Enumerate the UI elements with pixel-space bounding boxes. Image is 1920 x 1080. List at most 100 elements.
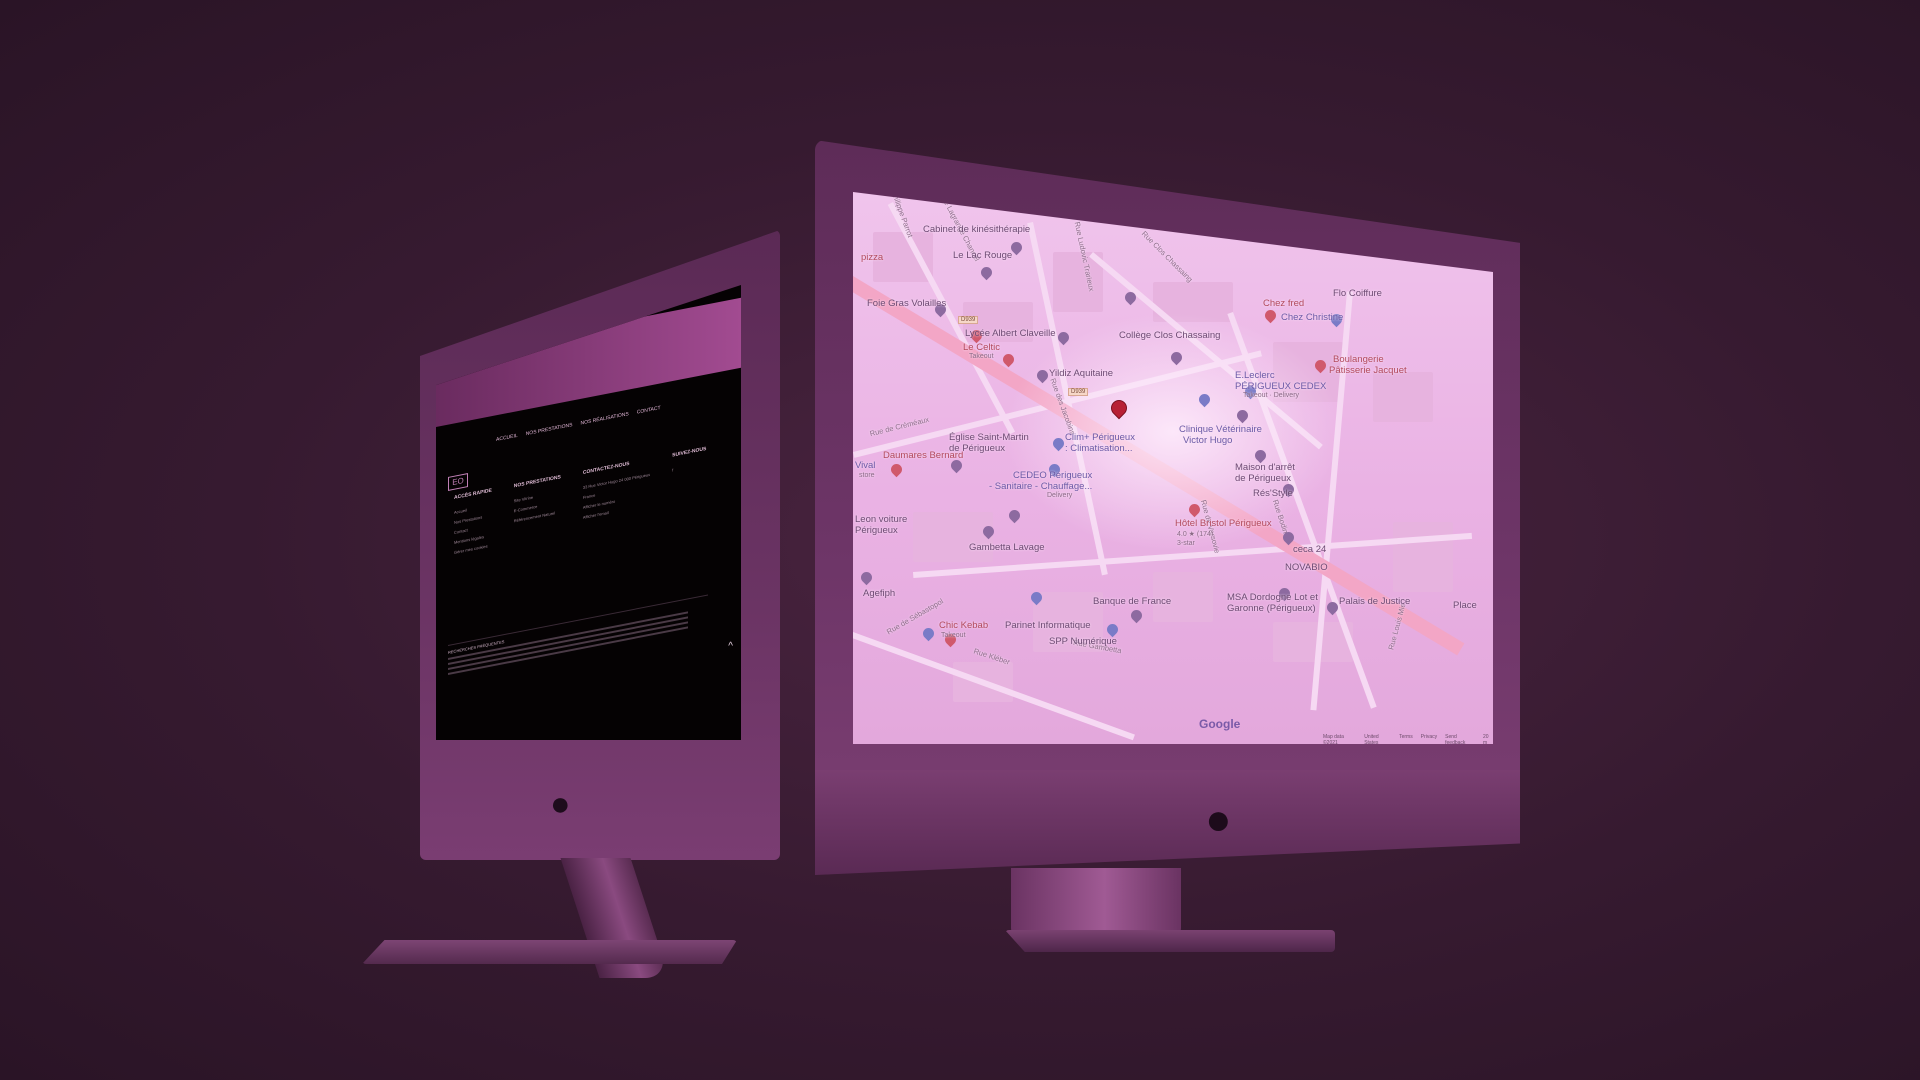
place-label[interactable]: Chic Kebab: [939, 620, 988, 631]
place-label[interactable]: Daumares Bernard: [883, 450, 963, 461]
footer-col-contact: CONTACTEZ-NOUS 33 Rue Victor Hugo 24 000…: [583, 457, 650, 530]
place-label[interactable]: Hôtel Bristol Périgueux: [1175, 518, 1272, 529]
place-label[interactable]: Gambetta Lavage: [969, 542, 1045, 553]
apple-logo-icon: ●: [1205, 795, 1232, 844]
place-label[interactable]: Garonne (Périgueux): [1227, 603, 1316, 614]
footer-link[interactable]: Gérer mes cookies: [454, 543, 492, 555]
facebook-icon[interactable]: f: [672, 461, 706, 472]
place-label[interactable]: Yildiz Aquitaine: [1049, 368, 1113, 379]
place-label[interactable]: - Sanitaire - Chauffage...: [989, 481, 1092, 492]
place-label[interactable]: Boulangerie: [1333, 354, 1384, 365]
place-label[interactable]: Victor Hugo: [1183, 435, 1232, 446]
right-imac-stand: [1011, 868, 1181, 938]
website-footer-columns: ACCÈS RAPIDE Accueil Nos Prestations Con…: [454, 446, 706, 555]
place-label[interactable]: Place: [1453, 600, 1477, 611]
place-label[interactable]: SPP Numérique: [1049, 636, 1117, 647]
right-imac-chin: [815, 770, 1520, 875]
map-region-link[interactable]: United States: [1364, 734, 1391, 744]
place-label-sub: Takeout: [969, 353, 994, 360]
left-imac: EO ACCUEIL NOS PRESTATIONS NOS RÉALISATI…: [362, 230, 800, 978]
website-nav: ACCUEIL NOS PRESTATIONS NOS RÉALISATIONS…: [496, 405, 661, 443]
store-pin-icon[interactable]: [920, 625, 937, 642]
map-data-credit: Map data ©2021: [1323, 734, 1344, 744]
nav-item-realisations[interactable]: NOS RÉALISATIONS: [580, 411, 628, 426]
place-label[interactable]: Rés'Style: [1253, 488, 1293, 499]
place-label[interactable]: Chez fred: [1263, 298, 1304, 309]
footer-col-prestations: NOS PRESTATIONS Site Vitrine E-Commerce …: [514, 474, 561, 543]
place-label[interactable]: Cabinet de kinésithérapie: [923, 224, 1030, 235]
place-label[interactable]: Parinet Informatique: [1005, 620, 1091, 631]
map-block: [1373, 372, 1433, 422]
place-label[interactable]: : Climatisation...: [1065, 443, 1133, 454]
place-label[interactable]: Lycée Albert Claveille: [965, 328, 1055, 339]
nav-item-prestations[interactable]: NOS PRESTATIONS: [526, 422, 573, 437]
place-label[interactable]: Flo Coiffure: [1333, 288, 1382, 299]
place-label[interactable]: ceca 24: [1293, 544, 1326, 555]
place-label[interactable]: Le Celtic: [963, 342, 1000, 353]
map-block: [1393, 522, 1453, 592]
place-label[interactable]: E.Leclerc: [1235, 370, 1275, 381]
place-label[interactable]: NOVABIO: [1285, 562, 1328, 573]
place-label[interactable]: Le Lac Rouge: [953, 250, 1012, 261]
footer-col-heading: SUIVEZ-NOUS: [672, 445, 707, 459]
road-badge: D939: [958, 316, 979, 324]
road-badge: D939: [1068, 388, 1089, 396]
place-label[interactable]: Pâtisserie Jacquet: [1329, 365, 1407, 376]
apple-logo-icon: ●: [550, 785, 571, 823]
place-label[interactable]: Banque de France: [1093, 596, 1171, 607]
map-pin-icon[interactable]: [858, 569, 875, 586]
footer-col-social: SUIVEZ-NOUS f: [672, 446, 706, 513]
place-label[interactable]: de Périgueux: [1235, 473, 1291, 484]
street-label: Rue Clos Chassaing: [1139, 229, 1195, 284]
map-block: [913, 512, 993, 562]
right-imac-base: [1005, 930, 1335, 952]
place-label-sub: store: [859, 472, 875, 479]
footer-col-acces-rapide: ACCÈS RAPIDE Accueil Nos Prestations Con…: [454, 488, 492, 555]
bank-pin-icon[interactable]: [1128, 607, 1145, 624]
street-label: Rue de Sébastopol: [885, 596, 945, 637]
place-label[interactable]: Chez Christine: [1281, 312, 1343, 323]
left-imac-base: [362, 940, 737, 964]
place-label[interactable]: Clim+ Périgueux: [1065, 432, 1135, 443]
place-label[interactable]: Foie Gras Volailles: [867, 298, 946, 309]
map-terms-link[interactable]: Terms: [1399, 734, 1413, 744]
nav-item-accueil[interactable]: ACCUEIL: [496, 433, 518, 443]
shop-pin-icon[interactable]: [888, 461, 905, 478]
place-label-sub: 4.0 ★ (174): [1177, 531, 1214, 538]
scroll-top-icon[interactable]: ^: [728, 641, 733, 652]
map-pin-icon[interactable]: [978, 264, 995, 281]
place-label[interactable]: Vival: [855, 460, 875, 471]
place-label[interactable]: pizza: [861, 252, 883, 263]
place-label[interactable]: Clinique Vétérinaire: [1179, 424, 1262, 435]
footer-col-heading: ACCÈS RAPIDE: [454, 487, 492, 501]
map-view[interactable]: D939 D939 Rue Ludovic Trarieux Rue Phili…: [853, 192, 1493, 744]
place-label-sub: Delivery: [1047, 492, 1073, 499]
map-scale: 20 m: [1483, 734, 1489, 744]
place-label[interactable]: Leon voiture: [855, 514, 907, 525]
map-attribution: Map data ©2021 United States Terms Priva…: [1323, 734, 1493, 744]
place-label[interactable]: Périgueux: [855, 525, 898, 536]
place-label[interactable]: Palais de Justice: [1339, 596, 1410, 607]
map-highlight: [1003, 312, 1343, 552]
store-pin-icon[interactable]: [1104, 621, 1121, 638]
place-label[interactable]: CEDEO Périgueux: [1013, 470, 1092, 481]
place-label[interactable]: Collège Clos Chassaing: [1119, 330, 1220, 341]
search-links-line: [448, 616, 688, 665]
frequent-searches: RECHERCHES FRÉQUENTES: [448, 594, 708, 691]
map-privacy-link[interactable]: Privacy: [1421, 734, 1437, 744]
place-label[interactable]: Église Saint-Martin: [949, 432, 1029, 443]
place-label-sub: Takeout · Delivery: [1243, 392, 1300, 399]
nav-item-contact[interactable]: CONTACT: [637, 405, 661, 416]
search-links-line: [448, 611, 688, 660]
place-label-sub: Takeout: [941, 632, 966, 639]
right-imac: D939 D939 Rue Ludovic Trarieux Rue Phili…: [815, 140, 1525, 965]
place-label[interactable]: Maison d'arrêt: [1235, 462, 1295, 473]
place-label[interactable]: MSA Dordogne Lot et: [1227, 592, 1318, 603]
map-feedback-link[interactable]: Send feedback: [1445, 734, 1475, 744]
google-logo: Google: [1199, 717, 1241, 731]
place-label-sub: 3-star: [1177, 540, 1195, 547]
footer-col-heading: NOS PRESTATIONS: [513, 474, 561, 490]
place-label[interactable]: Agefiph: [863, 588, 895, 599]
place-label[interactable]: PÉRIGUEUX CEDEX: [1235, 381, 1326, 392]
website-logo[interactable]: EO: [448, 473, 468, 491]
